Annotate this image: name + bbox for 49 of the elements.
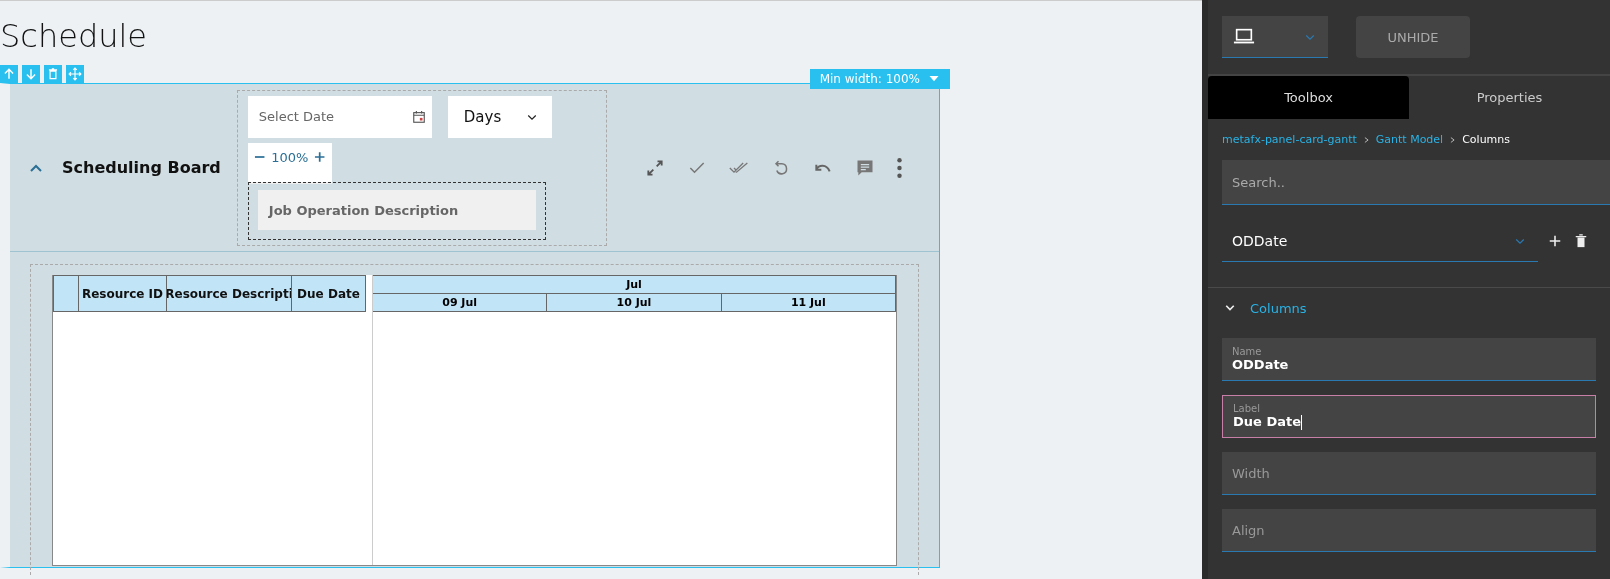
zoom-value: 100% — [271, 149, 309, 165]
text-field[interactable]: Label Due Date — [1222, 395, 1596, 438]
column-header: Resource Descripti — [167, 275, 292, 312]
field-value: Due Date — [1233, 414, 1303, 430]
column-header — [53, 275, 79, 312]
expand-button[interactable] — [644, 157, 665, 178]
panel-tab[interactable]: Properties — [1409, 76, 1610, 119]
text-field[interactable]: Name ODDate — [1222, 338, 1596, 381]
field-placeholder: Width — [1232, 465, 1271, 481]
chevron-right-icon — [1449, 135, 1457, 144]
day-header: 09 Jul — [373, 294, 548, 312]
field-label: Label — [1233, 403, 1261, 414]
page-title: Schedule — [0, 17, 149, 55]
more-button[interactable] — [896, 157, 902, 178]
card-title: Scheduling Board — [62, 158, 221, 177]
view-dropdown[interactable]: Days — [447, 95, 552, 138]
text-field[interactable]: Align — [1222, 509, 1596, 552]
expand-icon — [644, 157, 665, 178]
column-dropdown[interactable]: ODDate — [1222, 220, 1538, 262]
device-dropdown[interactable] — [1222, 16, 1328, 58]
chevron-right-icon — [1362, 135, 1370, 144]
trash-icon — [46, 67, 60, 81]
trash-icon — [1574, 234, 1588, 248]
trash-button[interactable] — [44, 65, 62, 83]
breadcrumb-link[interactable]: metafx-panel-card-gantt — [1222, 133, 1357, 146]
day-header: 10 Jul — [547, 294, 722, 312]
search-field[interactable]: Search.. — [1222, 160, 1610, 205]
calendar-icon — [411, 109, 426, 124]
column-header: Resource ID — [79, 275, 167, 312]
arrow-down-icon — [24, 67, 38, 81]
month-header: Jul — [373, 275, 896, 294]
field-placeholder: Align — [1232, 522, 1266, 538]
breadcrumb-current: Columns — [1462, 133, 1511, 146]
plus-icon — [1548, 234, 1562, 248]
date-field[interactable]: Select Date — [247, 95, 432, 138]
section-title: Columns — [1250, 300, 1307, 316]
move-icon — [68, 67, 82, 81]
more-icon — [896, 157, 902, 178]
arrow-up-icon — [2, 67, 16, 81]
text-field[interactable]: Width — [1222, 452, 1596, 495]
field-value: ODDate — [1232, 357, 1290, 372]
column-header: Due Date — [292, 275, 366, 312]
panel-tab[interactable]: Toolbox — [1208, 76, 1409, 119]
day-header: 11 Jul — [721, 294, 896, 312]
field-label: Name — [1232, 346, 1263, 357]
unhide-button[interactable]: UNHIDE — [1356, 16, 1470, 58]
breadcrumb-link[interactable]: Gantt Model — [1375, 133, 1444, 146]
group-chip[interactable]: Job Operation Description — [257, 190, 536, 231]
plus-icon[interactable] — [314, 151, 326, 164]
